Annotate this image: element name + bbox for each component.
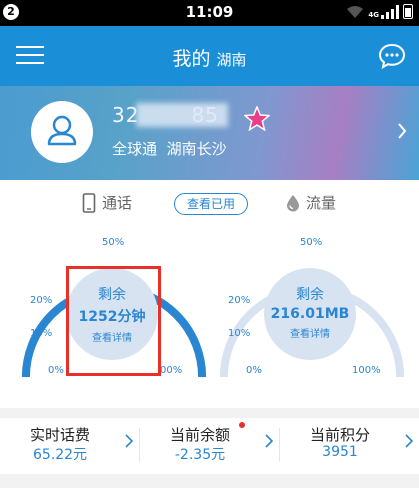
call-gauge: 50% 20% 10% 0% 00% 剩余 1252分钟 查看详情 [14, 228, 214, 378]
stat-balance[interactable]: 当前余额 -2.35元 [140, 418, 280, 474]
avatar[interactable] [31, 101, 93, 163]
profile-banner[interactable]: 3285 全球通 湖南长沙 [0, 86, 419, 180]
section-divider [0, 408, 419, 418]
highlight-box [66, 266, 161, 376]
stat-value: 3951 [322, 444, 358, 460]
phone-number-mask [136, 103, 228, 127]
gauge-label-100: 100% [352, 365, 381, 376]
plan-name: 全球通 [112, 140, 158, 158]
stat-label: 当前积分 [309, 426, 370, 444]
chevron-right-icon [125, 434, 133, 448]
gauge-label-20: 20% [30, 295, 53, 306]
chevron-right-icon[interactable] [397, 122, 407, 140]
signal-icon [381, 4, 399, 19]
network-type-label: 4G [368, 11, 379, 19]
gauge-label-0: 0% [48, 365, 64, 376]
tab-flow-label: 流量 [306, 194, 337, 212]
region-text: 湖南 [216, 51, 247, 69]
gauge-label-20: 20% [228, 295, 251, 306]
stat-value: 65.22元 [32, 447, 88, 463]
drop-icon [287, 194, 299, 211]
remaining-value: 216.01MB [270, 306, 350, 322]
gauge-label-100: 00% [160, 365, 183, 376]
chat-bubble-icon[interactable] [378, 43, 406, 69]
usage-tabs: 通话 查看已用 流量 [0, 180, 419, 226]
view-detail-link[interactable]: 查看详情 [264, 325, 356, 340]
flow-gauge: 50% 20% 10% 0% 100% 剩余 216.01MB 查看详情 [212, 228, 412, 378]
chevron-right-icon [265, 434, 273, 448]
bottom-spacer [0, 474, 419, 488]
view-used-button[interactable]: 查看已用 [174, 193, 248, 215]
status-icons: 4G [346, 4, 413, 19]
gauge-label-10: 10% [30, 328, 53, 339]
remaining-label: 剩余 [296, 287, 324, 303]
user-icon [47, 115, 77, 146]
status-bar: 2 11:09 4G [0, 0, 419, 26]
gauge-label-50: 50% [102, 237, 125, 248]
stat-value: -2.35元 [174, 447, 226, 463]
account-stats: 实时话费 65.22元 当前余额 -2.35元 当前积分 3951 [0, 418, 419, 474]
flow-remaining-center[interactable]: 剩余 216.01MB 查看详情 [264, 268, 356, 360]
phone-icon [82, 192, 96, 213]
wifi-icon [347, 6, 364, 18]
stat-points[interactable]: 当前积分 3951 [280, 418, 419, 474]
gauge-label-50: 50% [300, 237, 323, 248]
stat-realtime-fee[interactable]: 实时话费 65.22元 [0, 418, 140, 474]
plan-location: 湖南长沙 [166, 140, 227, 158]
gauge-label-10: 10% [228, 328, 251, 339]
battery-icon [403, 4, 413, 19]
top-nav-bar: 我的 湖南 [0, 26, 419, 86]
tab-call[interactable]: 通话 [82, 192, 132, 213]
stat-label: 实时话费 [29, 426, 90, 444]
page-title: 我的 湖南 [0, 44, 419, 71]
gauge-label-0: 0% [246, 365, 262, 376]
chevron-right-icon [405, 434, 413, 448]
tab-call-label: 通话 [102, 194, 133, 212]
notification-dot [239, 422, 245, 428]
star-icon [244, 106, 270, 131]
title-text: 我的 [172, 48, 211, 70]
plan-info: 全球通 湖南长沙 [112, 138, 227, 159]
tab-flow[interactable]: 流量 [286, 192, 336, 213]
